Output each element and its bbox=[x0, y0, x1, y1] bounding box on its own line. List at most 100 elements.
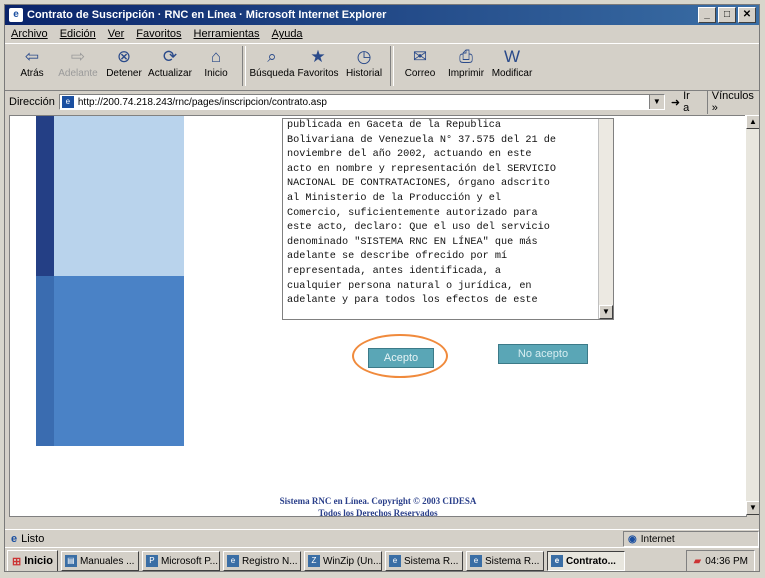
contract-scrollbar[interactable]: ▼ bbox=[598, 119, 613, 319]
task-label: Contrato... bbox=[565, 555, 616, 567]
menu-bar: Archivo Edición Ver Favoritos Herramient… bbox=[5, 25, 759, 43]
history-icon: ◷ bbox=[356, 47, 372, 66]
browser-window: e Contrato de Suscripción · RNC en Línea… bbox=[4, 4, 760, 572]
window-controls: _ □ ✕ bbox=[698, 7, 756, 23]
side-band-dark bbox=[36, 116, 54, 276]
task-manuales[interactable]: ▤ Manuales ... bbox=[60, 551, 139, 571]
scroll-up-icon[interactable]: ▲ bbox=[746, 115, 759, 129]
reject-button[interactable]: No acepto bbox=[498, 344, 588, 364]
ie-icon: e bbox=[469, 555, 482, 567]
mail-label: Correo bbox=[404, 68, 436, 79]
search-button[interactable]: ⌕ Búsqueda bbox=[249, 44, 295, 88]
address-dropdown-icon[interactable]: ▼ bbox=[648, 95, 664, 109]
task-sistema-2[interactable]: e Sistema R... bbox=[465, 551, 544, 571]
status-text: Listo bbox=[21, 533, 45, 545]
start-button[interactable]: ⊞ Inicio bbox=[7, 550, 58, 571]
status-bar: e Listo ◉ Internet bbox=[5, 529, 759, 548]
ie-icon: e bbox=[550, 555, 563, 567]
task-label: Microsoft P... bbox=[160, 555, 219, 567]
accept-button[interactable]: Acepto bbox=[368, 348, 434, 368]
menu-ayuda[interactable]: Ayuda bbox=[272, 28, 303, 40]
page-footer: Sistema RNC en Línea. Copyright © 2003 C… bbox=[10, 494, 746, 517]
system-tray: ▰ 04:36 PM bbox=[686, 550, 755, 571]
app-icon: P bbox=[145, 555, 158, 567]
mail-button[interactable]: ✉ Correo bbox=[397, 44, 443, 88]
home-button[interactable]: ⌂ Inicio bbox=[193, 44, 239, 88]
page-content: publicada en Gaceta de la Republica Boli… bbox=[9, 115, 747, 517]
task-label: WinZip (Un... bbox=[322, 555, 382, 567]
refresh-icon: ⟳ bbox=[162, 47, 178, 66]
mail-icon: ✉ bbox=[412, 47, 428, 66]
edit-icon: W bbox=[503, 47, 521, 66]
winzip-icon: Z bbox=[307, 555, 320, 567]
minimize-button[interactable]: _ bbox=[698, 7, 716, 23]
task-contrato[interactable]: e Contrato... bbox=[546, 551, 625, 571]
refresh-label: Actualizar bbox=[148, 68, 192, 79]
maximize-button[interactable]: □ bbox=[718, 7, 736, 23]
forward-arrow-icon: ⇨ bbox=[70, 47, 86, 66]
history-label: Historial bbox=[345, 68, 383, 79]
window-title: Contrato de Suscripción · RNC en Línea ·… bbox=[27, 9, 387, 21]
menu-edicion[interactable]: Edición bbox=[60, 28, 96, 40]
history-button[interactable]: ◷ Historial bbox=[341, 44, 387, 88]
go-button[interactable]: ➜ Ir a bbox=[671, 90, 697, 114]
task-microsoft-p[interactable]: P Microsoft P... bbox=[141, 551, 220, 571]
scroll-down-icon[interactable]: ▼ bbox=[599, 305, 613, 319]
home-label: Inicio bbox=[204, 68, 228, 79]
toolbar: ⇦ Atrás ⇨ Adelante ⊗ Detener ⟳ Actualizar ⌂ I… bbox=[5, 43, 759, 91]
favorites-button[interactable]: ★ Favoritos bbox=[295, 44, 341, 88]
network-icon[interactable]: ▰ bbox=[693, 556, 701, 567]
favorites-label: Favoritos bbox=[297, 68, 339, 79]
print-button[interactable]: ⎙ Imprimir bbox=[443, 44, 489, 88]
menu-archivo[interactable]: Archivo bbox=[11, 28, 48, 40]
task-label: Sistema R... bbox=[484, 555, 540, 567]
task-sistema-1[interactable]: e Sistema R... bbox=[384, 551, 463, 571]
search-icon: ⌕ bbox=[267, 47, 277, 66]
toolbar-separator bbox=[390, 46, 394, 86]
side-panel-light bbox=[54, 116, 184, 276]
security-zone: ◉ Internet bbox=[623, 531, 759, 547]
close-button[interactable]: ✕ bbox=[738, 7, 756, 23]
links-button[interactable]: Vínculos » bbox=[706, 90, 759, 114]
scroll-down-icon[interactable]: ▼ bbox=[746, 501, 759, 515]
toolbar-separator bbox=[242, 46, 246, 86]
page-icon: e bbox=[61, 96, 74, 108]
taskbar: ⊞ Inicio ▤ Manuales ... P Microsoft P... e… bbox=[5, 547, 759, 571]
zone-text: Internet bbox=[640, 533, 675, 545]
menu-ver[interactable]: Ver bbox=[108, 28, 125, 40]
back-arrow-icon: ⇦ bbox=[24, 47, 40, 66]
forward-button[interactable]: ⇨ Adelante bbox=[55, 44, 101, 88]
ie-icon: e bbox=[9, 8, 23, 22]
go-label: Ir a bbox=[683, 90, 690, 114]
task-registro[interactable]: e Registro N... bbox=[222, 551, 301, 571]
go-arrow-icon: ➜ bbox=[670, 96, 681, 109]
stop-button[interactable]: ⊗ Detener bbox=[101, 44, 147, 88]
menu-herramientas[interactable]: Herramientas bbox=[194, 28, 260, 40]
address-input[interactable]: e http://200.74.218.243/rnc/pages/inscri… bbox=[58, 94, 665, 110]
back-label: Atrás bbox=[20, 68, 44, 79]
side-band-dark-lower bbox=[36, 276, 54, 446]
windows-logo-icon: ⊞ bbox=[12, 555, 22, 568]
edit-button[interactable]: W Modificar bbox=[489, 44, 535, 88]
page-status-icon: e bbox=[11, 533, 18, 545]
address-url: http://200.74.218.243/rnc/pages/inscripc… bbox=[77, 96, 327, 108]
favorites-icon: ★ bbox=[310, 47, 326, 66]
side-panel-mid bbox=[54, 276, 184, 446]
home-icon: ⌂ bbox=[210, 47, 222, 66]
globe-icon: ◉ bbox=[628, 533, 637, 545]
address-bar: Dirección e http://200.74.218.243/rnc/pa… bbox=[5, 90, 759, 114]
page-scrollbar[interactable]: ▲ ▼ bbox=[745, 115, 759, 515]
forward-label: Adelante bbox=[58, 68, 98, 79]
task-label: Sistema R... bbox=[403, 555, 459, 567]
task-label: Registro N... bbox=[241, 555, 298, 567]
task-label: Manuales ... bbox=[79, 555, 135, 567]
refresh-button[interactable]: ⟳ Actualizar bbox=[147, 44, 193, 88]
contract-textarea[interactable]: publicada en Gaceta de la Republica Boli… bbox=[282, 118, 614, 320]
back-button[interactable]: ⇦ Atrás bbox=[9, 44, 55, 88]
stop-icon: ⊗ bbox=[116, 47, 132, 66]
ie-icon: e bbox=[388, 555, 401, 567]
task-winzip[interactable]: Z WinZip (Un... bbox=[303, 551, 382, 571]
rights-text: Todos los Derechos Reservados bbox=[318, 508, 438, 517]
edit-label: Modificar bbox=[491, 68, 533, 79]
menu-favoritos[interactable]: Favoritos bbox=[136, 28, 181, 40]
